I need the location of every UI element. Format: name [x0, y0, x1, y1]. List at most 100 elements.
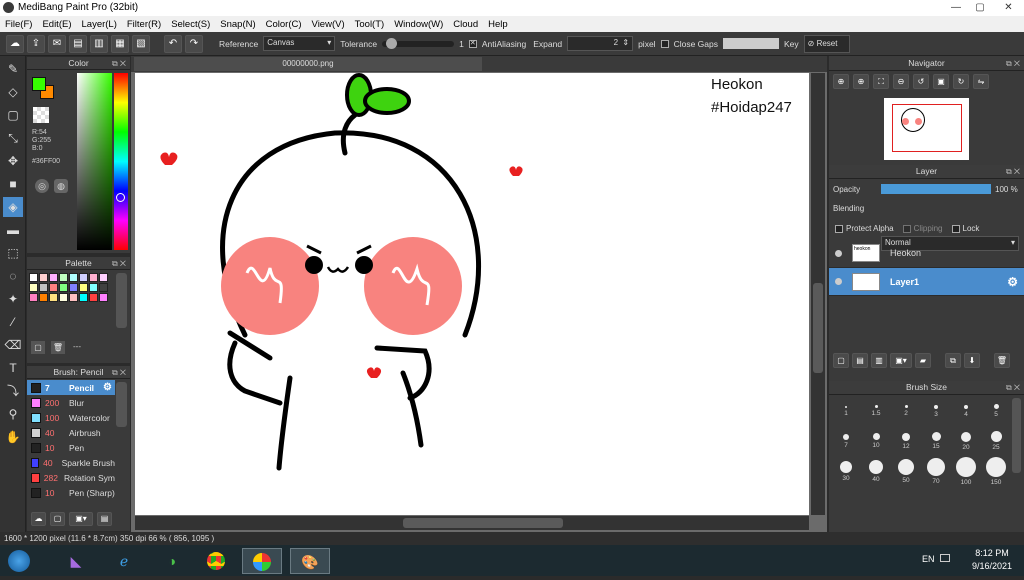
menu-snap[interactable]: Snap(N) [215, 19, 260, 30]
fill-shape-icon[interactable]: ■ [3, 174, 23, 194]
eyedropper-icon[interactable]: ⚲ [3, 404, 23, 424]
brush-size-option[interactable]: 20 [951, 426, 981, 456]
layers-icon[interactable]: ▧ [132, 34, 150, 53]
layer-row-heokon[interactable]: heokon Heokon [829, 239, 1024, 268]
hue-slider[interactable] [114, 73, 128, 250]
palette-swatch[interactable] [99, 293, 108, 302]
palette-swatch[interactable] [49, 293, 58, 302]
menu-help[interactable]: Help [483, 19, 513, 30]
brush-item[interactable]: 10 Pen [27, 440, 115, 455]
add-layer-dropdown-icon[interactable]: ▣▾ [890, 353, 912, 368]
select-eraser-icon[interactable]: ⌫ [3, 335, 23, 355]
palette-swatch[interactable] [99, 283, 108, 292]
brush-add-icon[interactable]: ▣▾ [69, 512, 93, 526]
app-green-icon[interactable]: ◑ [152, 548, 192, 574]
trash-icon[interactable]: 🗑 [51, 341, 65, 354]
brush-size-option[interactable]: 12 [891, 426, 921, 456]
palette-swatch[interactable] [89, 273, 98, 282]
actual-size-icon[interactable]: ▣ [933, 74, 949, 89]
brush-cloud-icon[interactable]: ☁ [31, 512, 46, 526]
brush-item[interactable]: 100 Watercolor [27, 410, 115, 425]
zoom-out-icon[interactable]: ⊖ [893, 74, 909, 89]
chrome-icon[interactable] [196, 548, 236, 574]
fit-icon[interactable]: ⛶ [873, 74, 889, 89]
palette-swatch[interactable] [89, 283, 98, 292]
color-wheel-icon[interactable]: ◎ [35, 179, 49, 193]
language-indicator[interactable]: EN [922, 554, 935, 564]
smudge-tool-icon[interactable]: ⤡ [3, 128, 23, 148]
brush-size-option[interactable]: 40 [861, 456, 891, 486]
drawing-canvas[interactable]: Heokon #Hoidap247 [135, 73, 809, 515]
antialiasing-checkbox[interactable]: ✕ [468, 39, 477, 48]
brush-item[interactable]: 40 Airbrush [27, 425, 115, 440]
gear-icon[interactable]: ⚙ [1007, 275, 1018, 289]
palette-swatch[interactable] [89, 293, 98, 302]
save-icon[interactable]: ▥ [90, 34, 108, 53]
brush-size-option[interactable]: 1.5 [861, 396, 891, 426]
palette-swatch[interactable] [39, 293, 48, 302]
vertical-scrollbar[interactable] [811, 73, 825, 515]
select-pen-icon[interactable]: ⁄ [3, 312, 23, 332]
layer-row-layer1[interactable]: Layer1 ⚙ [829, 268, 1024, 296]
eraser-tool-icon[interactable]: ◇ [3, 82, 23, 102]
redo-icon[interactable]: ↷ [185, 34, 203, 53]
internet-explorer-icon[interactable]: ℯ [104, 548, 144, 574]
brush-size-option[interactable]: 7 [831, 426, 861, 456]
lock-checkbox[interactable] [951, 224, 960, 233]
move-tool-icon[interactable]: ✥ [3, 151, 23, 171]
hue-thumb[interactable] [116, 193, 125, 202]
rotate-right-icon[interactable]: ↻ [953, 74, 969, 89]
palette-scrollbar[interactable] [116, 273, 127, 328]
new-halftone-layer-icon[interactable]: ▤ [852, 353, 868, 368]
horizontal-scroll-thumb[interactable] [403, 518, 563, 528]
medibang-taskbar-icon[interactable] [242, 548, 282, 574]
vertical-scroll-thumb[interactable] [813, 283, 823, 373]
brush-size-option[interactable]: 100 [951, 456, 981, 486]
dot-tool-icon[interactable]: ▢ [3, 105, 23, 125]
palette-swatch[interactable] [69, 283, 78, 292]
foreground-color-swatch[interactable] [32, 77, 46, 91]
gradient-tool-icon[interactable]: ▬ [3, 220, 23, 240]
magic-wand-icon[interactable]: ✦ [3, 289, 23, 309]
menu-edit[interactable]: Edit(E) [37, 19, 76, 30]
folder-icon[interactable]: ▰ [915, 353, 931, 368]
clipping-checkbox[interactable] [902, 224, 911, 233]
palette-swatch[interactable] [79, 293, 88, 302]
new-layer-icon[interactable]: ▢ [833, 353, 849, 368]
menu-select[interactable]: Select(S) [166, 19, 215, 30]
palette-swatch[interactable] [59, 293, 68, 302]
add-color-icon[interactable]: ▢ [31, 341, 45, 354]
grid-icon[interactable]: ▦ [111, 34, 129, 53]
bucket-tool-icon[interactable]: ◈ [3, 197, 23, 217]
brush-size-option[interactable]: 150 [981, 456, 1011, 486]
menu-layer[interactable]: Layer(L) [77, 19, 122, 30]
flag-icon[interactable] [940, 554, 950, 562]
brush-size-option[interactable]: 4 [951, 396, 981, 426]
palette-swatch[interactable] [79, 283, 88, 292]
brush-size-option[interactable]: 1 [831, 396, 861, 426]
palette-swatch[interactable] [69, 293, 78, 302]
divide-tool-icon[interactable]: ⤵ [3, 381, 23, 401]
menu-filter[interactable]: Filter(R) [122, 19, 166, 30]
palette-swatch[interactable] [99, 273, 108, 282]
clock[interactable]: 8:12 PM 9/16/2021 [968, 548, 1016, 571]
duplicate-layer-icon[interactable]: ⧉ [945, 353, 961, 368]
brush-size-scrollbar[interactable] [1012, 398, 1021, 473]
brush-size-option[interactable]: 70 [921, 456, 951, 486]
zoom-in-icon[interactable]: ⊕ [833, 74, 849, 89]
lasso-tool-icon[interactable]: ◌ [3, 266, 23, 286]
protect-alpha-checkbox[interactable] [835, 224, 843, 233]
tolerance-slider[interactable] [382, 37, 455, 49]
brush-size-option[interactable]: 10 [861, 426, 891, 456]
saturation-value-picker[interactable] [77, 73, 112, 250]
opacity-slider[interactable] [881, 184, 991, 194]
palette-swatch[interactable] [29, 273, 38, 282]
transparent-color-swatch[interactable] [33, 107, 49, 123]
brush-item[interactable]: 7 Pencil ⚙ [27, 380, 115, 395]
menu-tool[interactable]: Tool(T) [350, 19, 390, 30]
visibility-icon[interactable] [835, 278, 842, 285]
text-tool-icon[interactable]: T [3, 358, 23, 378]
gear-icon[interactable]: ⚙ [103, 382, 112, 393]
undo-icon[interactable]: ↶ [164, 34, 182, 53]
select-tool-icon[interactable]: ⬚ [3, 243, 23, 263]
